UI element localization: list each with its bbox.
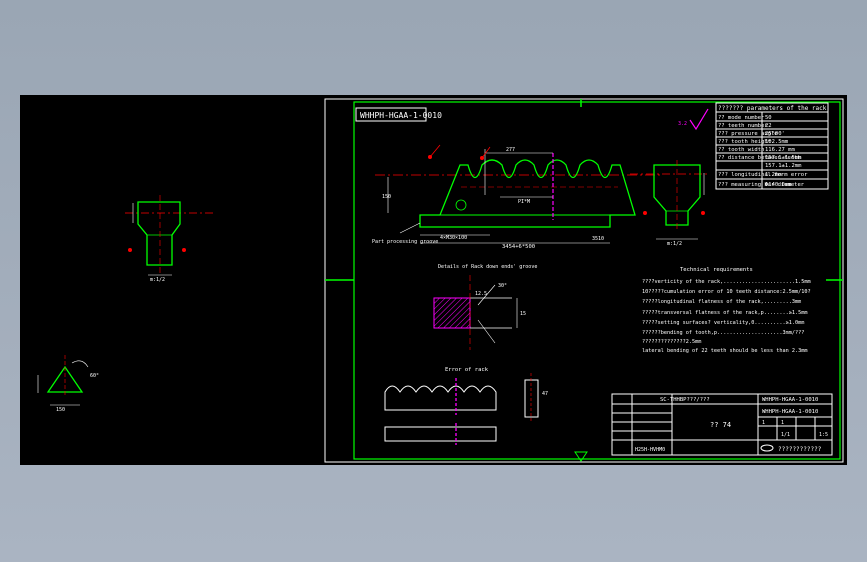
scale-cell: 1 [781,420,784,426]
section-a-label: m:1/2 [667,241,682,247]
param-value: Φ140.0mm [765,182,792,188]
param-label: ?? mode number [718,115,765,121]
tooth-dim: 277 [506,147,515,153]
param-value: 157.1±1.5mm [765,155,802,161]
param-value: 102.5mm [765,139,789,145]
param-value: 157.1±1.2mm [765,163,802,169]
cad-canvas: WHHPH-HGAA-1-0010 ??????? parameters of … [20,95,847,465]
title-head: SC-THHBP???/??? [660,397,710,403]
title-bottom-left: H25H-HVHM0 [635,447,665,453]
section-b-label: m:1/2 [150,277,165,283]
side-dim: 47 [542,391,548,397]
param-label: ??? tooth height [718,139,771,145]
sheet-cell: 1/1 [781,432,790,438]
title-block: SC-THHBP???/??? WHHPH-HGAA-1-0010 WHHPH-… [611,393,833,456]
param-value: 50 [765,115,772,121]
roughness-value: 3.2 [678,121,687,127]
param-value: 1.2mm [765,172,782,178]
notes-title: Technical requirements [680,267,753,273]
note-line: ?????setting surfaces? verticality,0....… [642,320,804,326]
param-value: 22 [765,123,772,129]
param-label: ?? teeth number [718,123,768,129]
note-line: ??????????????2.5mm [642,339,701,345]
tooth-profile-detail: 60° 150 [37,355,99,413]
param-label: ?? tooth width [718,147,764,153]
rack-error-caption: Error of rack [445,367,489,373]
scale-cell: 1:5 [819,432,828,438]
note-line: ??????bending of tooth,p................… [642,330,804,336]
left-section-view: m:1/2 [125,195,215,283]
groove-depth-dim: 15 [520,311,526,317]
end-dim: 3510 [592,236,604,242]
rack-length-dim: 3454+6*500 [502,244,535,250]
groove-detail: 30° 15 12.5 [433,275,526,350]
roughness-check-icon [689,108,709,131]
scale-cell: 1 [762,420,765,426]
center-mark-bottom [574,451,588,462]
tooth-angle-dim: 60° [90,373,99,379]
groove-width-dim: 12.5 [475,291,487,297]
note-line: ?????longitudinal flatness of the rack,.… [642,299,801,305]
rack-error-view: Error of rack 47 [384,367,548,445]
tooth-base-dim: 150 [56,407,65,413]
param-table-title: ??????? parameters of the rack [718,105,827,112]
param-label: ??? longitudinal form error [718,172,808,178]
cad-drawing: WHHPH-HGAA-1-0010 ??????? parameters of … [37,98,844,463]
param-value: 116.27 mm [765,147,795,153]
right-section-view: m:1/2 [630,160,710,247]
angle-30-dim: 30° [498,283,507,289]
hole-spec-dim: 4×M30×100 [440,235,467,241]
parameter-table: ??????? parameters of the rack ?? mode n… [715,102,829,190]
company-name: ???????????? [778,446,822,453]
note-line: ?????transversal flatness of the rack,p.… [642,310,808,316]
note-line: 10?????cumulation error of 10 teeth dist… [642,289,811,295]
drawing-code: WHHPH-HGAA-1-0010 [360,111,442,120]
title-code-1: WHHPH-HGAA-1-0010 [762,397,818,403]
rack-main-view: 277 PI*M 3454+6*500 4×M30×100 3510 150 P… [372,144,660,270]
detail-caption: Details of Rack down ends' groove [438,264,537,270]
param-label: ??? measuring bar diameter [718,182,805,188]
technical-notes: Technical requirements ????verticity of … [642,267,811,354]
title-center: ?? 74 [710,421,731,429]
note-line: lateral bending of 22 teeth should be le… [642,348,808,354]
param-value: 25°00' [765,131,785,137]
part-processing-label: Part processing groove [372,239,438,245]
company-logo-icon [760,444,774,452]
pitch-dim: PI*M [518,199,530,205]
note-line: ????verticity of the rack,..............… [642,279,811,285]
height-dim: 150 [382,194,391,200]
title-code-2: WHHPH-HGAA-1-0010 [762,409,818,415]
